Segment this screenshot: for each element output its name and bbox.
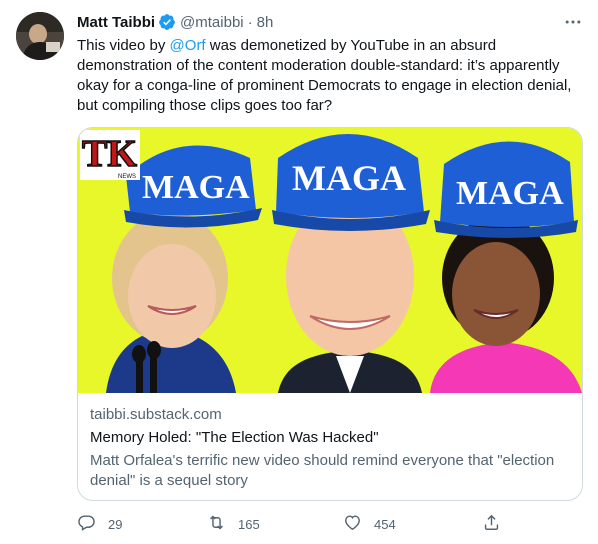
retweet-button[interactable]: 165 [207,510,260,538]
like-button[interactable]: 454 [343,510,396,538]
card-domain: taibbi.substack.com [90,406,222,423]
tweet-actions: 29 165 454 [77,510,507,538]
card-description: Matt Orfalea's terrific new video should… [90,452,555,489]
reply-icon [77,513,96,535]
mention-link[interactable]: @Orf [170,37,206,54]
share-button[interactable] [482,510,501,538]
reply-count: 29 [108,516,123,532]
separator: · [247,13,253,31]
tweet[interactable]: Matt Taibbi @mtaibbi · 8h This video by … [0,0,598,544]
link-card[interactable]: MAGA MAGA MAGA TK NEWS taibbi.substack.c… [77,127,583,501]
share-icon [482,513,501,535]
card-thumbnail: MAGA MAGA MAGA TK NEWS [78,128,582,393]
avatar[interactable] [16,12,64,60]
verified-badge-icon [158,13,176,31]
tweet-text: This video by @Orf was demonetized by Yo… [77,36,582,116]
hat-label-left: MAGA [142,169,250,206]
timestamp[interactable]: 8h [257,14,274,31]
hat-label-center: MAGA [292,158,406,198]
heart-icon [343,513,362,535]
retweet-count: 165 [238,516,260,532]
like-count: 454 [374,516,396,532]
card-image[interactable]: MAGA MAGA MAGA TK NEWS [78,128,582,393]
card-title: Memory Holed: "The Election Was Hacked" [90,429,379,446]
more-horizontal-icon[interactable] [560,9,586,35]
hat-label-right: MAGA [456,175,564,212]
reply-button[interactable]: 29 [77,510,122,538]
tweet-text-start: This video by [77,37,170,54]
tweet-header: Matt Taibbi @mtaibbi · 8h [77,11,273,33]
author-name[interactable]: Matt Taibbi [77,14,155,31]
author-handle[interactable]: @mtaibbi [180,14,244,31]
retweet-icon [207,513,226,535]
tk-logo-text: TK [82,133,137,175]
avatar-photo [16,12,64,60]
card-info[interactable]: taibbi.substack.com Memory Holed: "The E… [78,393,582,491]
tk-logo-subtext: NEWS [118,174,136,180]
